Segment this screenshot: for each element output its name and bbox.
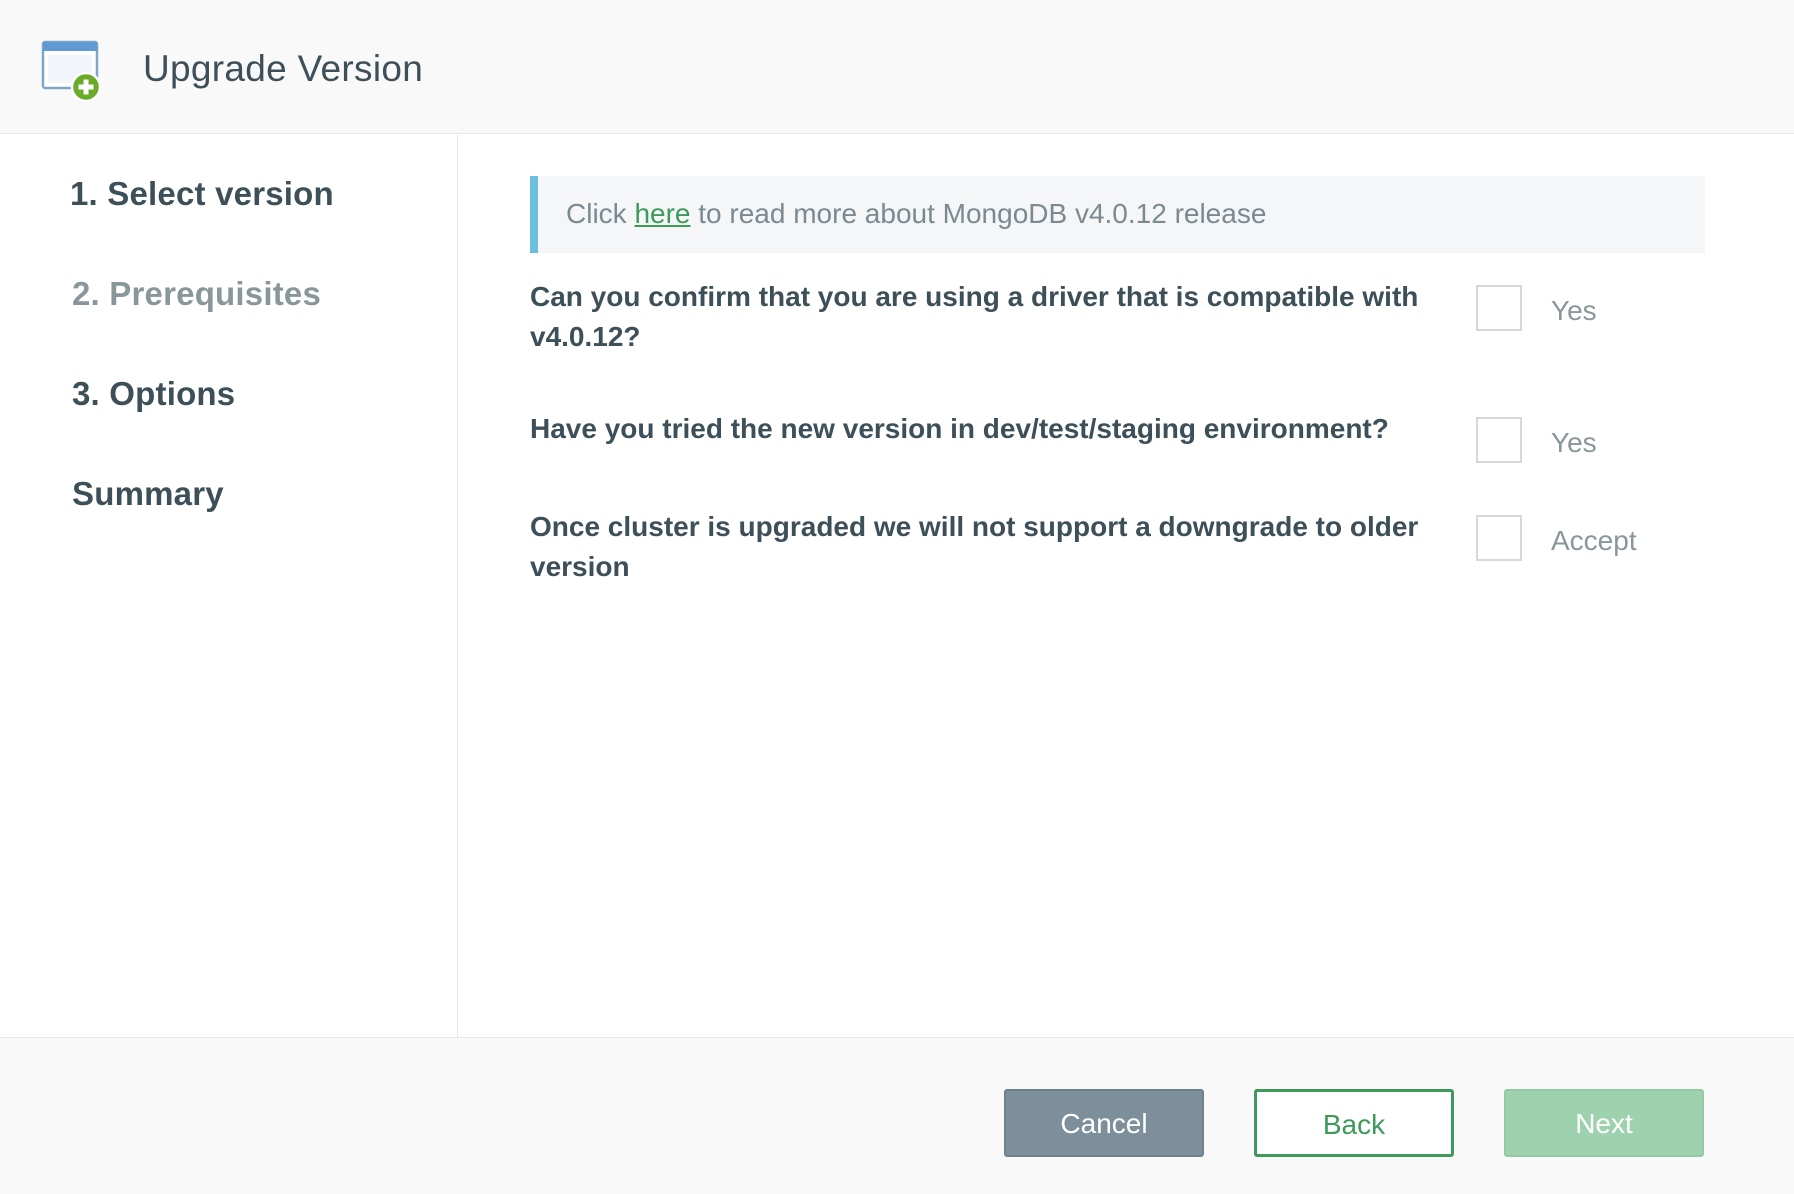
- no-downgrade-label[interactable]: Accept: [1551, 521, 1637, 561]
- step-summary[interactable]: Summary: [72, 472, 224, 516]
- step-prerequisites[interactable]: 2. Prerequisites: [72, 272, 321, 316]
- question-driver-compatible: Can you confirm that you are using a dri…: [530, 281, 1419, 352]
- no-downgrade-checkbox[interactable]: [1476, 515, 1522, 561]
- question-no-downgrade: Once cluster is upgraded we will not sup…: [530, 511, 1419, 582]
- page-title: Upgrade Version: [143, 48, 424, 89]
- wizard-steps-sidebar: 1. Select version 2. Prerequisites 3. Op…: [0, 135, 458, 1037]
- driver-compatible-checkbox[interactable]: [1476, 285, 1522, 331]
- modal-header: Upgrade Version: [0, 0, 1794, 134]
- modal-footer: Cancel Back Next: [0, 1037, 1794, 1194]
- prerequisites-panel: Click here to read more about MongoDB v4…: [459, 135, 1794, 1037]
- window-add-icon: [40, 39, 104, 103]
- question-tested-staging: Have you tried the new version in dev/te…: [530, 413, 1389, 444]
- tested-staging-label[interactable]: Yes: [1551, 423, 1597, 463]
- next-button[interactable]: Next: [1504, 1089, 1704, 1157]
- cancel-button[interactable]: Cancel: [1004, 1089, 1204, 1157]
- step-options[interactable]: 3. Options: [72, 372, 235, 416]
- release-info-banner: Click here to read more about MongoDB v4…: [530, 176, 1705, 253]
- release-info-text: Click here to read more about MongoDB v4…: [566, 195, 1266, 233]
- back-button[interactable]: Back: [1254, 1089, 1454, 1157]
- info-suffix: to read more about MongoDB v4.0.12 relea…: [690, 198, 1267, 229]
- step-select-version[interactable]: 1. Select version: [70, 172, 334, 216]
- tested-staging-checkbox[interactable]: [1476, 417, 1522, 463]
- driver-compatible-label[interactable]: Yes: [1551, 291, 1597, 331]
- release-notes-link[interactable]: here: [634, 198, 690, 229]
- info-prefix: Click: [566, 198, 635, 229]
